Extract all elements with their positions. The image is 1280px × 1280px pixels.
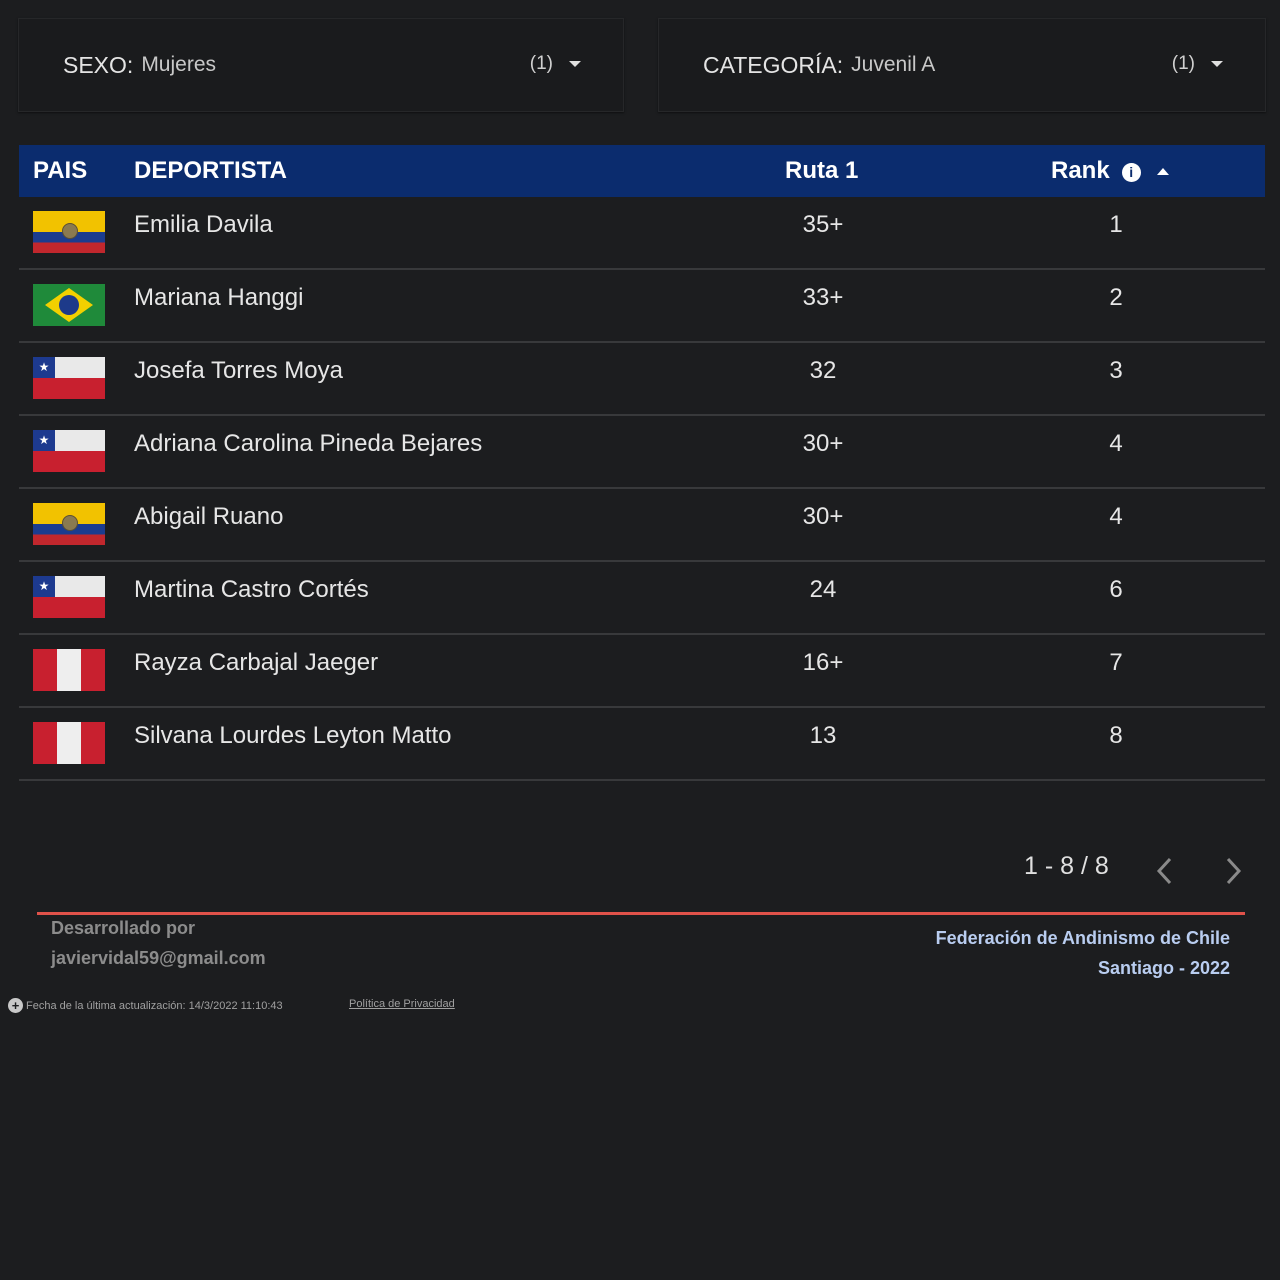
developer-label: Desarrollado por bbox=[51, 918, 196, 938]
footer-divider bbox=[37, 912, 1245, 915]
sexo-filter[interactable]: SEXO: Mujeres (1) bbox=[18, 18, 624, 112]
ruta-score: 32 bbox=[809, 357, 837, 384]
header-rank-label: Rank bbox=[1051, 157, 1110, 184]
table-row: Rayza Carbajal Jaeger 16+ 7 bbox=[19, 635, 1265, 708]
peru-flag-icon bbox=[33, 722, 105, 764]
rank-value: 7 bbox=[1109, 649, 1123, 676]
rank-value: 2 bbox=[1109, 284, 1123, 311]
rank-value: 4 bbox=[1109, 503, 1123, 530]
athlete-name: Martina Castro Cortés bbox=[134, 576, 369, 603]
rank-value: 8 bbox=[1109, 722, 1123, 749]
rank-value: 3 bbox=[1109, 357, 1123, 384]
brazil-flag-icon bbox=[33, 284, 105, 326]
categoria-filter-count: (1) bbox=[1171, 53, 1195, 74]
table-row: ★ Adriana Carolina Pineda Bejares 30+ 4 bbox=[19, 416, 1265, 489]
chevron-right-icon bbox=[1226, 857, 1242, 885]
rank-value: 1 bbox=[1109, 211, 1123, 238]
ruta-score: 13 bbox=[809, 722, 837, 749]
sexo-filter-value: Mujeres bbox=[141, 53, 217, 76]
athlete-name: Adriana Carolina Pineda Bejares bbox=[134, 430, 483, 457]
chile-flag-icon: ★ bbox=[33, 357, 105, 399]
header-deportista[interactable]: DEPORTISTA bbox=[134, 145, 287, 197]
privacy-link[interactable]: Política de Privacidad bbox=[349, 998, 455, 1010]
caret-down-icon[interactable] bbox=[569, 61, 581, 67]
ruta-score: 30+ bbox=[802, 503, 844, 530]
table-row: Mariana Hanggi 33+ 2 bbox=[19, 270, 1265, 343]
header-rank[interactable]: Rank i bbox=[1051, 145, 1169, 197]
table-row: ★ Josefa Torres Moya 32 3 bbox=[19, 343, 1265, 416]
athlete-name: Abigail Ruano bbox=[134, 503, 284, 530]
rank-value: 6 bbox=[1109, 576, 1123, 603]
categoria-filter-value: Juvenil A bbox=[851, 53, 936, 76]
table-row: Abigail Ruano 30+ 4 bbox=[19, 489, 1265, 562]
table-row: ★ Martina Castro Cortés 24 6 bbox=[19, 562, 1265, 635]
last-updated: + Fecha de la última actualización: 14/3… bbox=[8, 998, 283, 1013]
table-row: Emilia Davila 35+ 1 bbox=[19, 197, 1265, 270]
developer-email: javiervidal59@gmail.com bbox=[51, 948, 266, 968]
next-page-button[interactable] bbox=[1218, 854, 1248, 888]
header-pais[interactable]: PAIS bbox=[33, 145, 87, 197]
ruta-score: 35+ bbox=[802, 211, 844, 238]
last-updated-text: Fecha de la última actualización: 14/3/2… bbox=[26, 999, 283, 1012]
ecuador-flag-icon bbox=[33, 503, 105, 545]
ruta-score: 33+ bbox=[802, 284, 844, 311]
organization-name: Federación de Andinismo de Chile bbox=[935, 928, 1230, 948]
ruta-score: 30+ bbox=[802, 430, 844, 457]
athlete-name: Mariana Hanggi bbox=[134, 284, 304, 311]
prev-page-button[interactable] bbox=[1150, 854, 1180, 888]
sexo-filter-count: (1) bbox=[529, 53, 553, 74]
results-table: PAIS DEPORTISTA Ruta 1 Rank i Emilia Dav… bbox=[19, 145, 1265, 781]
peru-flag-icon bbox=[33, 649, 105, 691]
athlete-name: Emilia Davila bbox=[134, 211, 273, 238]
ecuador-flag-icon bbox=[33, 211, 105, 253]
chile-flag-icon: ★ bbox=[33, 576, 105, 618]
ruta-score: 16+ bbox=[802, 649, 844, 676]
athlete-name: Josefa Torres Moya bbox=[134, 357, 343, 384]
rank-value: 4 bbox=[1109, 430, 1123, 457]
ruta-score: 24 bbox=[809, 576, 837, 603]
chevron-left-icon bbox=[1156, 857, 1172, 885]
table-row: Silvana Lourdes Leyton Matto 13 8 bbox=[19, 708, 1265, 781]
info-icon[interactable]: i bbox=[1121, 162, 1141, 182]
athlete-name: Silvana Lourdes Leyton Matto bbox=[134, 722, 452, 749]
table-header: PAIS DEPORTISTA Ruta 1 Rank i bbox=[19, 145, 1265, 197]
categoria-filter-label: CATEGORÍA: bbox=[703, 51, 844, 78]
organization-location: Santiago - 2022 bbox=[1097, 958, 1230, 978]
caret-down-icon[interactable] bbox=[1211, 61, 1223, 67]
sexo-filter-label: SEXO: bbox=[63, 51, 134, 78]
pagination-range: 1 - 8 / 8 bbox=[1024, 852, 1109, 880]
sort-ascending-icon[interactable] bbox=[1156, 167, 1169, 175]
chile-flag-icon: ★ bbox=[33, 430, 105, 472]
header-ruta[interactable]: Ruta 1 bbox=[785, 145, 858, 197]
categoria-filter[interactable]: CATEGORÍA: Juvenil A (1) bbox=[658, 18, 1266, 112]
athlete-name: Rayza Carbajal Jaeger bbox=[134, 649, 379, 676]
plus-circle-icon: + bbox=[8, 998, 23, 1013]
